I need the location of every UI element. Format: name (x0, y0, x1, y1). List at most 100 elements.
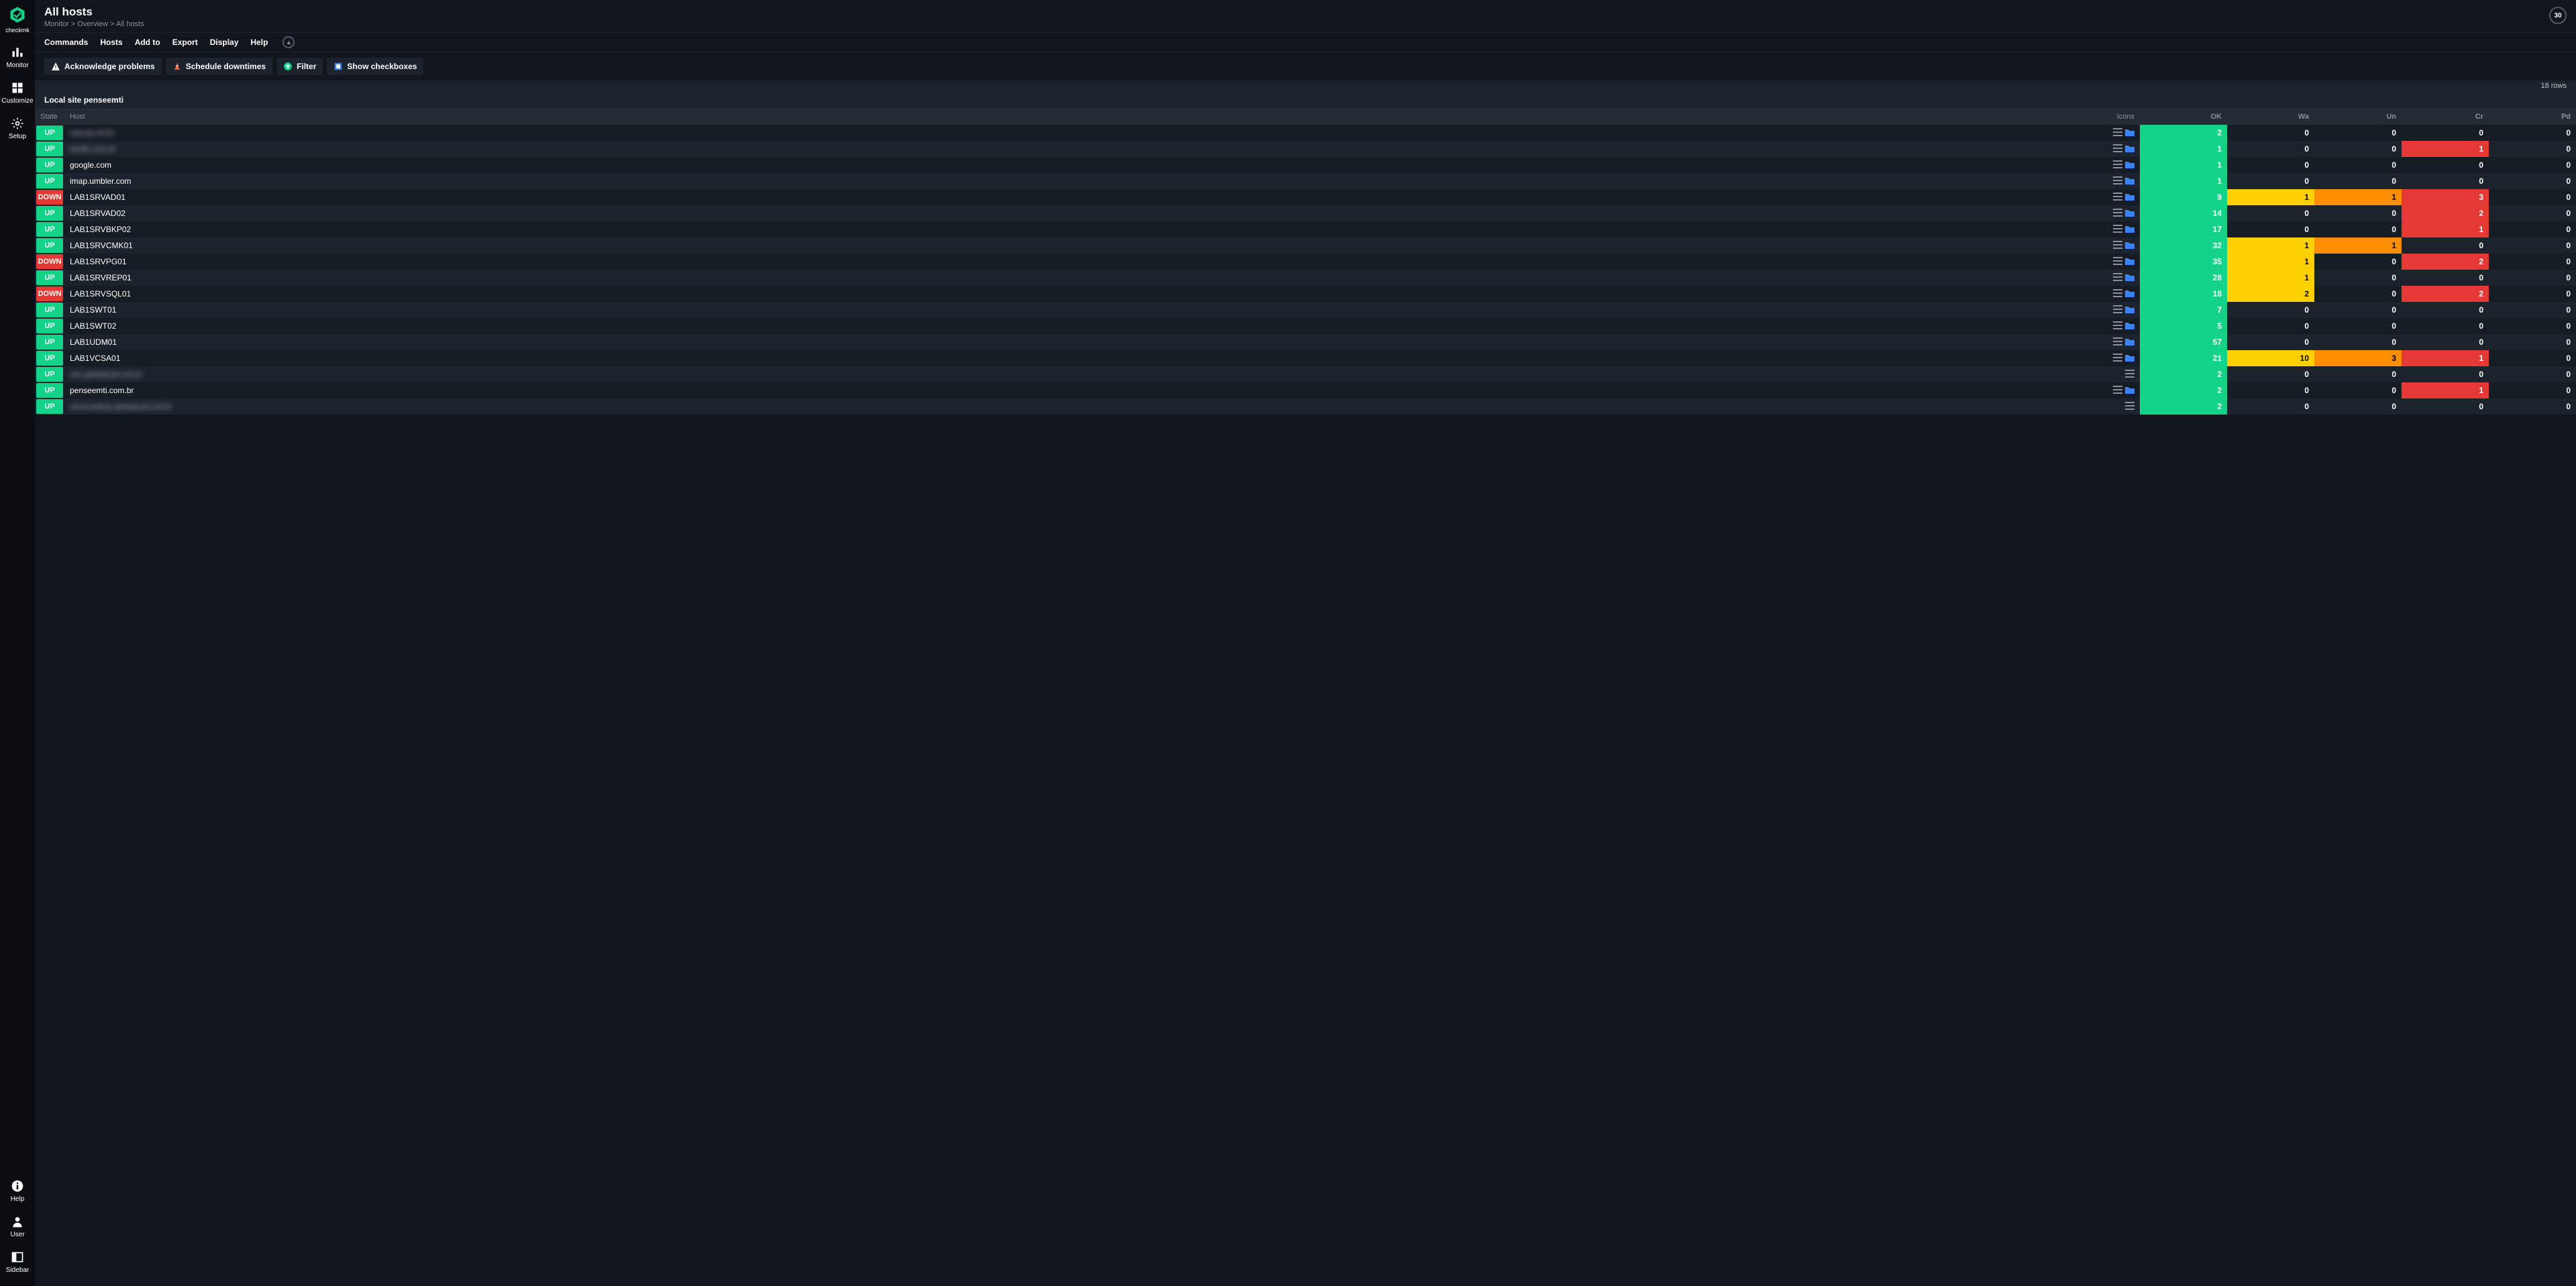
wa-count[interactable]: 0 (2227, 221, 2314, 237)
folder-icon[interactable] (2125, 144, 2134, 154)
host-link[interactable]: LAB1UDM01 (70, 337, 117, 347)
pd-count[interactable]: 0 (2489, 302, 2576, 318)
ok-count[interactable]: 32 (2140, 237, 2227, 254)
state-badge[interactable]: UP (36, 367, 63, 382)
pd-count[interactable]: 0 (2489, 205, 2576, 221)
state-badge[interactable]: UP (36, 383, 63, 398)
state-badge[interactable]: UP (36, 142, 63, 156)
un-count[interactable]: 0 (2314, 157, 2402, 173)
ok-count[interactable]: 1 (2140, 157, 2227, 173)
menu-add-to[interactable]: Add to (135, 38, 160, 47)
burger-menu-icon[interactable] (2113, 128, 2122, 138)
un-count[interactable]: 0 (2314, 270, 2402, 286)
wa-count[interactable]: 1 (2227, 189, 2314, 205)
host-link[interactable]: LAB1VCSA01 (70, 354, 120, 363)
host-link[interactable]: LAB1SRVREP01 (70, 273, 132, 282)
host-link[interactable]: penseemti.com.br (70, 386, 134, 395)
pd-count[interactable]: 0 (2489, 382, 2576, 398)
un-count[interactable]: 3 (2314, 350, 2402, 366)
folder-icon[interactable] (2125, 241, 2134, 251)
cr-count[interactable]: 0 (2402, 270, 2489, 286)
sidebar-item-monitor[interactable]: Monitor (6, 46, 28, 69)
sidebar-item-customize[interactable]: Customize (1, 81, 33, 105)
pd-count[interactable]: 0 (2489, 237, 2576, 254)
state-badge[interactable]: UP (36, 158, 63, 172)
folder-icon[interactable] (2125, 337, 2134, 347)
wa-count[interactable]: 1 (2227, 254, 2314, 270)
state-badge[interactable]: UP (36, 125, 63, 140)
folder-icon[interactable] (2125, 257, 2134, 267)
sidebar-item-setup[interactable]: Setup (9, 117, 26, 140)
col-cr[interactable]: Cr (2402, 109, 2489, 125)
state-badge[interactable]: UP (36, 319, 63, 333)
un-count[interactable]: 0 (2314, 221, 2402, 237)
col-pd[interactable]: Pd (2489, 109, 2576, 125)
pd-count[interactable]: 0 (2489, 366, 2576, 382)
wa-count[interactable]: 0 (2227, 334, 2314, 350)
folder-icon[interactable] (2125, 305, 2134, 315)
state-badge[interactable]: UP (36, 335, 63, 350)
ok-count[interactable]: 14 (2140, 205, 2227, 221)
cr-count[interactable]: 1 (2402, 221, 2489, 237)
wa-count[interactable]: 0 (2227, 366, 2314, 382)
un-count[interactable]: 0 (2314, 254, 2402, 270)
burger-menu-icon[interactable] (2113, 241, 2122, 251)
burger-menu-icon[interactable] (2113, 273, 2122, 283)
burger-menu-icon[interactable] (2113, 386, 2122, 396)
cr-count[interactable]: 0 (2402, 302, 2489, 318)
pd-count[interactable]: 0 (2489, 125, 2576, 141)
cr-count[interactable]: 2 (2402, 254, 2489, 270)
burger-menu-icon[interactable] (2113, 225, 2122, 235)
pd-count[interactable]: 0 (2489, 318, 2576, 334)
host-link[interactable]: google.com (70, 160, 111, 170)
burger-menu-icon[interactable] (2113, 354, 2122, 364)
wa-count[interactable]: 0 (2227, 382, 2314, 398)
folder-icon[interactable] (2125, 193, 2134, 203)
host-link[interactable]: LAB1SRVCMK01 (70, 241, 133, 250)
ok-count[interactable]: 57 (2140, 334, 2227, 350)
pd-count[interactable]: 0 (2489, 286, 2576, 302)
host-link[interactable]: imap.umbler.com (70, 176, 131, 186)
ok-count[interactable]: 7 (2140, 302, 2227, 318)
folder-icon[interactable] (2125, 273, 2134, 283)
host-link[interactable]: LAB1SRVAD02 (70, 209, 125, 218)
col-icons[interactable]: Icons (2108, 109, 2140, 125)
burger-menu-icon[interactable] (2113, 176, 2122, 186)
un-count[interactable]: 0 (2314, 398, 2402, 415)
wa-count[interactable]: 0 (2227, 318, 2314, 334)
pd-count[interactable]: 0 (2489, 173, 2576, 189)
menu-export[interactable]: Export (172, 38, 198, 47)
cr-count[interactable]: 1 (2402, 350, 2489, 366)
state-badge[interactable]: UP (36, 206, 63, 221)
show-checkboxes-button[interactable]: Show checkboxes (327, 58, 423, 75)
cr-count[interactable]: 1 (2402, 382, 2489, 398)
wa-count[interactable]: 0 (2227, 141, 2314, 157)
folder-icon[interactable] (2125, 289, 2134, 299)
burger-menu-icon[interactable] (2113, 337, 2122, 347)
cr-count[interactable]: 0 (2402, 237, 2489, 254)
state-badge[interactable]: UP (36, 270, 63, 285)
pd-count[interactable]: 0 (2489, 398, 2576, 415)
burger-menu-icon[interactable] (2125, 402, 2134, 412)
state-badge[interactable]: UP (36, 303, 63, 317)
menu-display[interactable]: Display (210, 38, 239, 47)
pd-count[interactable]: 0 (2489, 141, 2576, 157)
ok-count[interactable]: 9 (2140, 189, 2227, 205)
acknowledge-button[interactable]: Acknowledge problems (44, 58, 162, 75)
burger-menu-icon[interactable] (2113, 209, 2122, 219)
cr-count[interactable]: 1 (2402, 141, 2489, 157)
cr-count[interactable]: 2 (2402, 205, 2489, 221)
burger-menu-icon[interactable] (2113, 160, 2122, 170)
host-link[interactable]: sacorp.inf.br (70, 128, 114, 138)
folder-icon[interactable] (2125, 128, 2134, 138)
host-link[interactable]: noc.globalcare.inf.br (70, 370, 142, 379)
col-wa[interactable]: Wa (2227, 109, 2314, 125)
folder-icon[interactable] (2125, 354, 2134, 364)
burger-menu-icon[interactable] (2113, 257, 2122, 267)
sidebar-item-user[interactable]: User (10, 1215, 24, 1238)
col-host[interactable]: Host (64, 109, 2108, 125)
cr-count[interactable]: 0 (2402, 318, 2489, 334)
burger-menu-icon[interactable] (2125, 370, 2134, 380)
un-count[interactable]: 0 (2314, 334, 2402, 350)
ok-count[interactable]: 5 (2140, 318, 2227, 334)
